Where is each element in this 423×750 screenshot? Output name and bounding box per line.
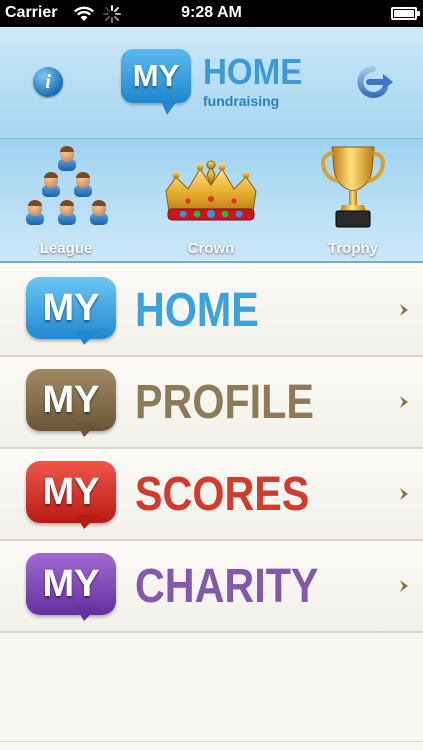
crown-button[interactable]: Crown [158,139,264,263]
crown-label: Crown [187,240,235,257]
clock-label: 9:28 AM [181,4,242,21]
status-bar: Carrier 9:28 AM [0,0,423,27]
logo-home-text: HOME [203,51,303,92]
my-bubble-icon: MY [26,277,116,345]
info-button[interactable]: i [33,67,63,97]
league-people-icon [26,146,108,225]
menu-item-label: SCORES [135,468,310,521]
my-bubble-icon: MY [26,369,116,437]
league-label: League [39,240,93,257]
menu-item-label: PROFILE [135,376,314,429]
main-menu: MY HOME MY PROFILE MY SCORES MY CHARITY [0,265,423,750]
battery-icon [391,7,420,20]
menu-item-label: CHARITY [135,560,319,613]
league-button[interactable]: League [18,139,114,263]
app-screen: Carrier 9:28 AM i MY HOME fundraising Le… [0,0,423,750]
menu-item-my-text: MY [42,471,100,513]
menu-item-home[interactable]: MY HOME [0,265,423,357]
menu-item-label: HOME [135,284,259,337]
menu-item-my-text: MY [42,287,100,329]
my-bubble-icon: MY [26,553,116,621]
menu-item-my-text: MY [42,563,100,605]
trophy-button[interactable]: Trophy [318,139,388,263]
menu-item-charity[interactable]: MY CHARITY [0,541,423,633]
logo-my-text: MY [132,58,180,93]
logout-button[interactable] [351,64,395,100]
chevron-right-icon [400,488,408,500]
crown-icon [165,160,257,221]
menu-item-scores[interactable]: MY SCORES [0,449,423,541]
chevron-right-icon [400,580,408,592]
app-logo: MY HOME fundraising [121,49,311,121]
menu-item-my-text: MY [42,379,100,421]
divider [0,741,423,742]
chevron-right-icon [400,396,408,408]
logout-icon [357,66,393,98]
trophy-label: Trophy [327,240,378,257]
logo-subtitle: fundraising [203,93,280,109]
chevron-right-icon [400,304,408,316]
trophy-icon [321,146,385,228]
awards-bar: League Crown Trophy [0,139,423,263]
my-bubble-icon: MY [26,461,116,529]
app-header: i MY HOME fundraising [0,27,423,139]
menu-item-profile[interactable]: MY PROFILE [0,357,423,449]
